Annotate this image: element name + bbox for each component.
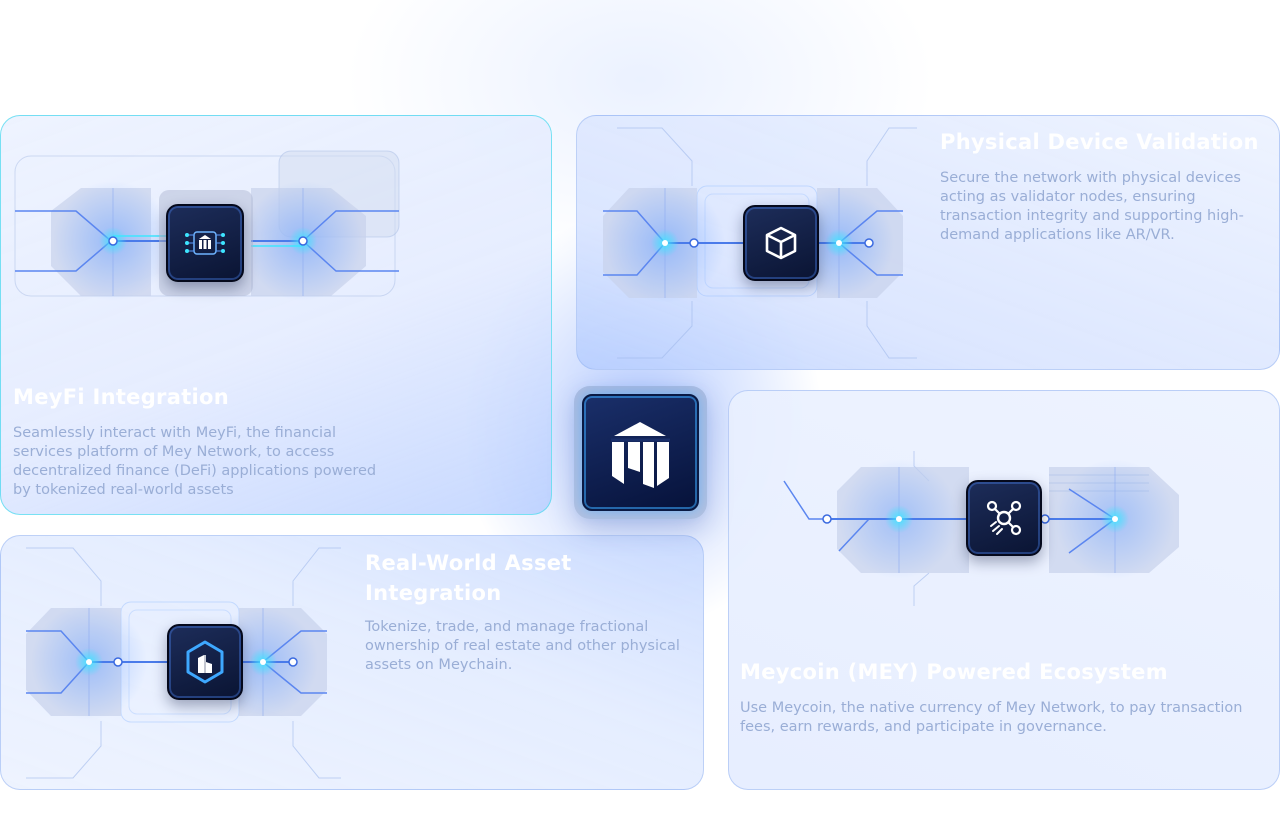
meyfi-description: Seamlessly interact with MeyFi, the fina… xyxy=(13,425,377,498)
device-description: Secure the network with physical devices… xyxy=(940,170,1244,243)
rwa-title-line2: Integration xyxy=(365,581,502,605)
meycoin-title: Meycoin (MEY) Powered Ecosystem xyxy=(740,660,1168,684)
meyfi-integration-card: MeyFi Integration Seamlessly interact wi… xyxy=(0,115,552,515)
bank-building-icon xyxy=(166,204,244,282)
real-world-asset-integration-card: Real-World Asset Integration Tokenize, t… xyxy=(0,535,704,790)
building-hexagon-icon xyxy=(167,624,243,700)
meyfi-title: MeyFi Integration xyxy=(13,385,230,409)
mey-network-logo-icon xyxy=(582,394,699,511)
meycoin-description: Use Meycoin, the native currency of Mey … xyxy=(740,700,1243,735)
network-nodes-icon xyxy=(966,480,1042,556)
mey-network-logo xyxy=(574,386,707,519)
device-title: Physical Device Validation xyxy=(940,130,1259,154)
physical-device-validation-card: Physical Device Validation Secure the ne… xyxy=(576,115,1280,370)
rwa-title-line1: Real-World Asset xyxy=(365,551,572,575)
meycoin-ecosystem-card: Meycoin (MEY) Powered Ecosystem Use Meyc… xyxy=(728,390,1280,790)
rwa-description: Tokenize, trade, and manage fractional o… xyxy=(365,619,680,673)
cube-icon xyxy=(743,205,819,281)
